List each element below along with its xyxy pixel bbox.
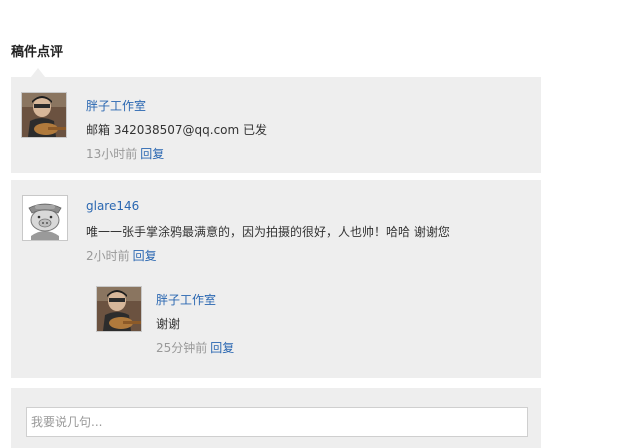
comment-author[interactable]: glare146 bbox=[86, 199, 139, 213]
section-title: 稿件点评 bbox=[11, 45, 64, 60]
comment-text: 唯一一张手掌涂鸦最满意的，因为拍摄的很好，人也帅！哈哈 谢谢您 bbox=[86, 225, 450, 239]
comment-time: 2小时前 bbox=[86, 249, 130, 263]
reply-link[interactable]: 回复 bbox=[140, 147, 164, 161]
comment-author[interactable]: 胖子工作室 bbox=[86, 97, 146, 114]
pig-avatar-icon bbox=[23, 196, 67, 240]
comment-time: 13小时前 bbox=[86, 147, 138, 161]
comment-text: 邮箱 342038507@qq.com 已发 bbox=[86, 123, 268, 137]
comment-meta: 2小时前 回复 bbox=[86, 247, 157, 264]
reply-time: 25分钟前 bbox=[156, 341, 208, 355]
avatar[interactable] bbox=[96, 286, 142, 332]
reply-author[interactable]: 胖子工作室 bbox=[156, 291, 216, 308]
avatar[interactable] bbox=[21, 92, 67, 138]
reply-link[interactable]: 回复 bbox=[210, 341, 234, 355]
section-pointer bbox=[31, 68, 45, 77]
user-photo-icon bbox=[22, 93, 66, 137]
comment-meta: 13小时前 回复 bbox=[86, 145, 164, 162]
user-photo-icon bbox=[97, 287, 141, 331]
avatar[interactable] bbox=[22, 195, 68, 241]
reply-text: 谢谢 bbox=[156, 317, 181, 331]
comment-input[interactable] bbox=[26, 407, 528, 437]
reply-meta: 25分钟前 回复 bbox=[156, 339, 234, 356]
reply-link[interactable]: 回复 bbox=[133, 249, 157, 263]
